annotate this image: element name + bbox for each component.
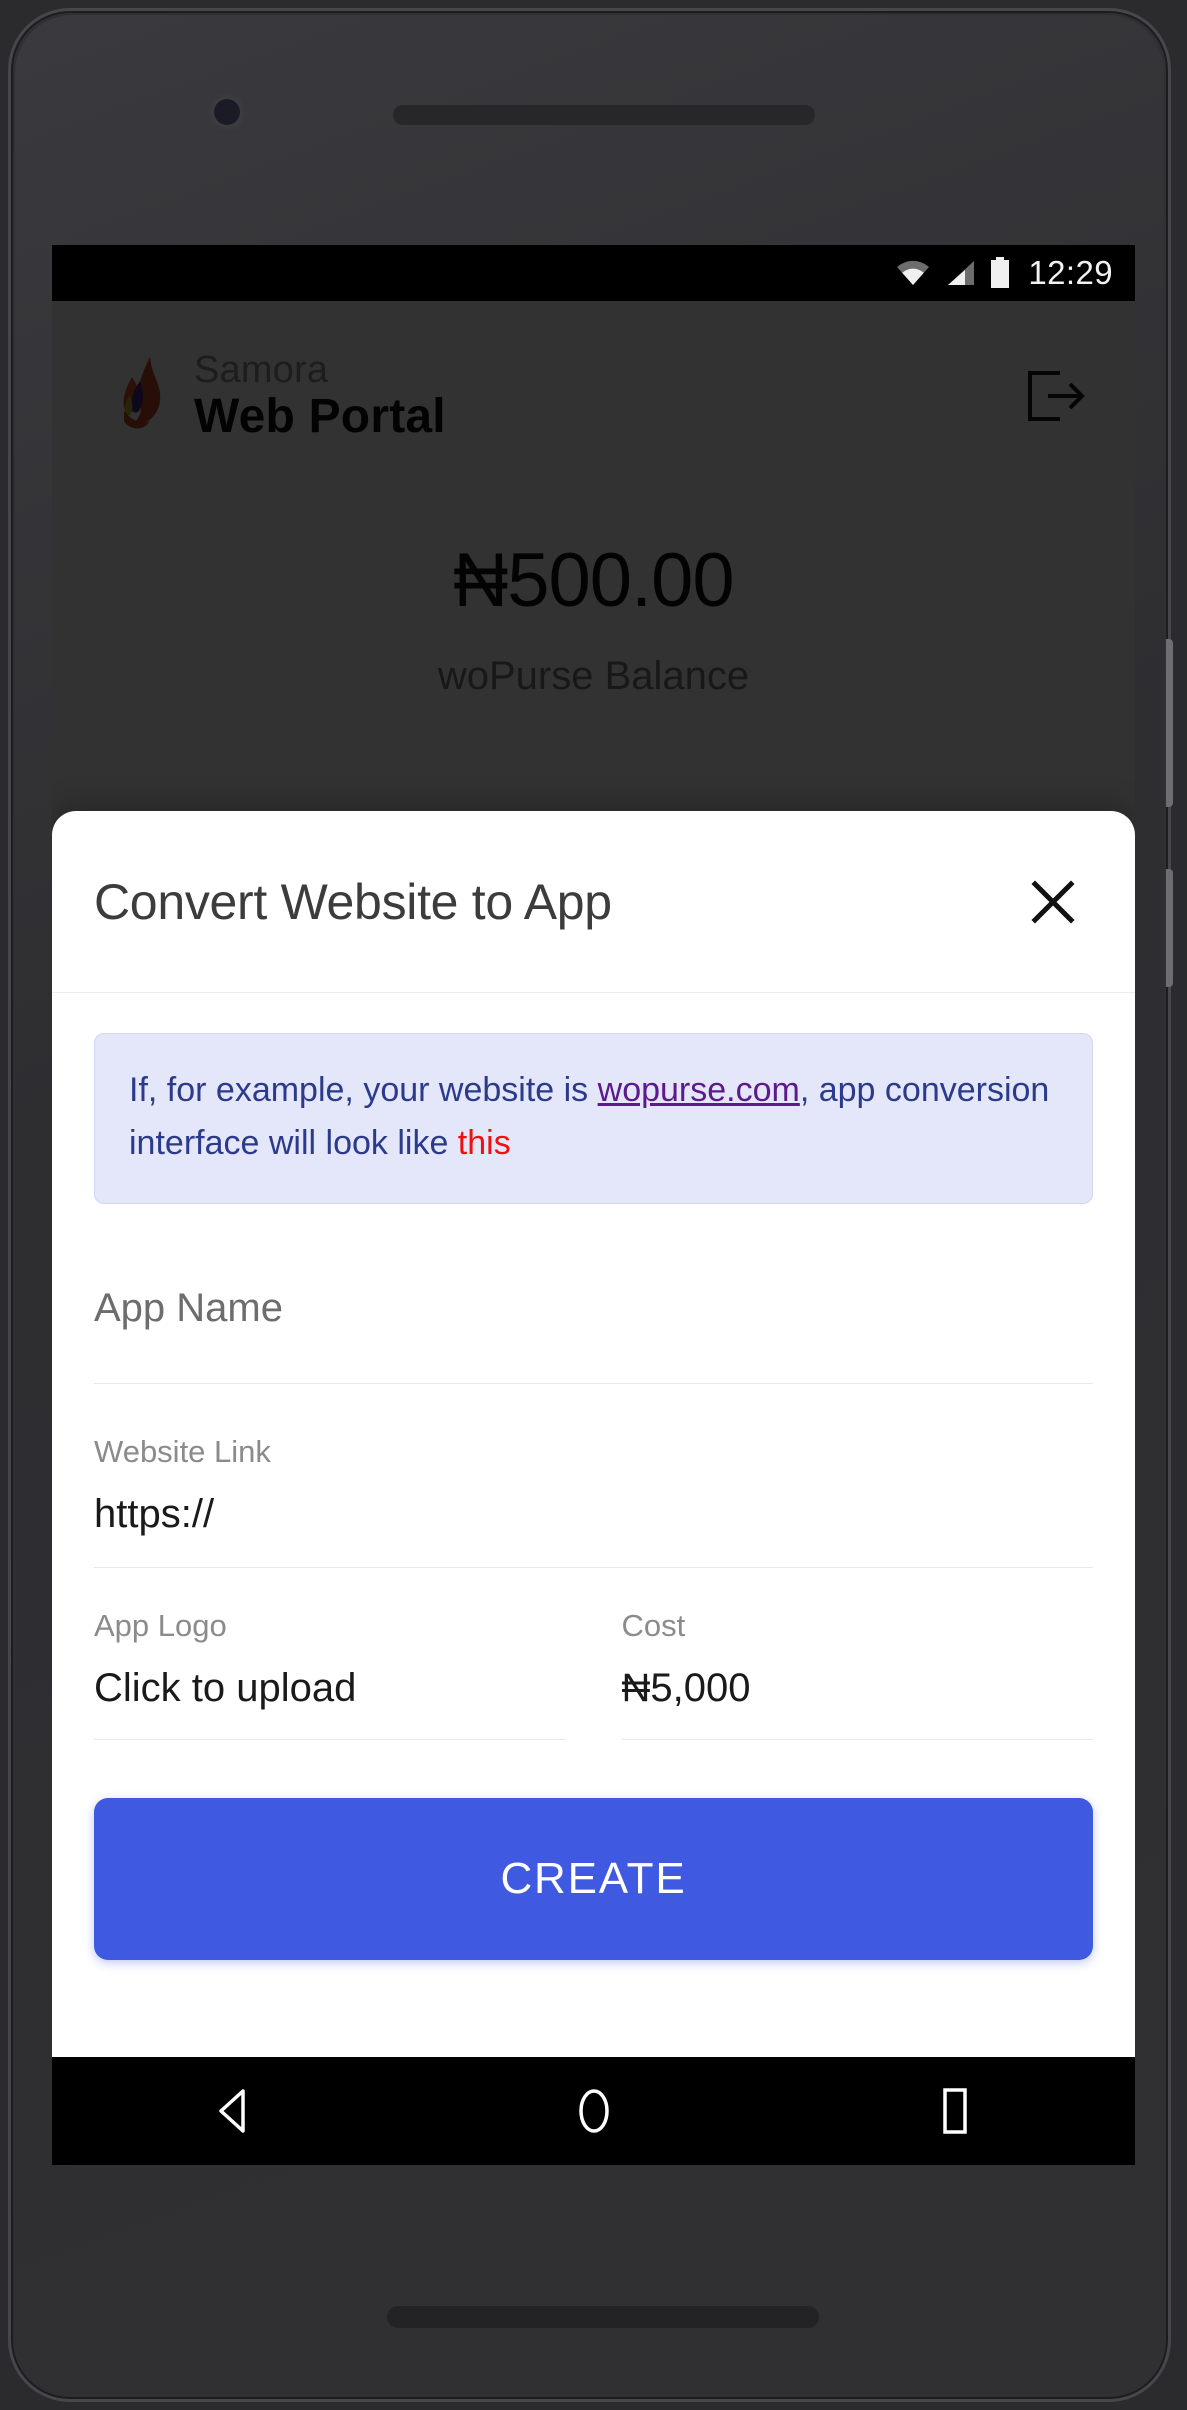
battery-icon: [991, 257, 1010, 288]
volume-button[interactable]: [1166, 639, 1173, 807]
home-icon: [578, 2089, 609, 2133]
back-icon: [218, 2089, 245, 2133]
nav-recents-button[interactable]: [895, 2057, 1015, 2165]
logo-cost-row: App Logo Click to upload Cost ₦5,000: [94, 1608, 1093, 1741]
modal-header: Convert Website to App: [52, 811, 1135, 993]
front-camera-icon: [214, 99, 240, 125]
close-icon: [1031, 879, 1075, 924]
close-button[interactable]: [1021, 870, 1085, 934]
cost-label: Cost: [621, 1608, 686, 1644]
phone-screen: 12:29 Samora Web Portal: [52, 245, 1135, 2165]
modal-title: Convert Website to App: [94, 873, 612, 930]
create-button[interactable]: CREATE: [94, 1798, 1093, 1961]
convert-website-form: App Name Website Link https:// App Logo …: [94, 1204, 1093, 1961]
banner-example-link[interactable]: wopurse.com: [598, 1071, 800, 1109]
earpiece-speaker: [393, 105, 815, 125]
wifi-icon: [897, 260, 930, 285]
app-name-placeholder: App Name: [94, 1286, 283, 1331]
phone-frame: 12:29 Samora Web Portal: [8, 8, 1173, 2402]
website-link-field[interactable]: Website Link https://: [94, 1434, 1093, 1569]
banner-emphasis-link[interactable]: this: [458, 1124, 511, 1162]
android-nav-bar: [52, 2057, 1135, 2165]
nav-home-button[interactable]: [534, 2057, 654, 2165]
app-logo-label: App Logo: [94, 1608, 227, 1644]
app-logo-value: Click to upload: [94, 1666, 357, 1711]
website-link-label: Website Link: [94, 1434, 271, 1470]
modal-body: If, for example, your website is wopurse…: [52, 993, 1135, 1961]
info-banner: If, for example, your website is wopurse…: [94, 1033, 1093, 1205]
bottom-speaker: [387, 2306, 819, 2328]
status-bar-clock: 12:29: [1028, 254, 1113, 291]
nav-back-button[interactable]: [173, 2057, 293, 2165]
cost-value: ₦5,000: [621, 1666, 751, 1711]
app-name-field[interactable]: App Name: [94, 1260, 1093, 1385]
app-logo-field[interactable]: App Logo Click to upload: [94, 1608, 566, 1741]
recents-icon: [942, 2088, 967, 2134]
website-link-value: https://: [94, 1492, 215, 1537]
banner-lead-text: If, for example, your website is: [129, 1071, 598, 1109]
status-bar: 12:29: [52, 245, 1135, 301]
cost-field: Cost ₦5,000: [621, 1608, 1093, 1741]
power-button[interactable]: [1166, 869, 1173, 987]
convert-website-modal: Convert Website to App If, for example, …: [52, 811, 1135, 2057]
signal-icon: [948, 261, 975, 285]
